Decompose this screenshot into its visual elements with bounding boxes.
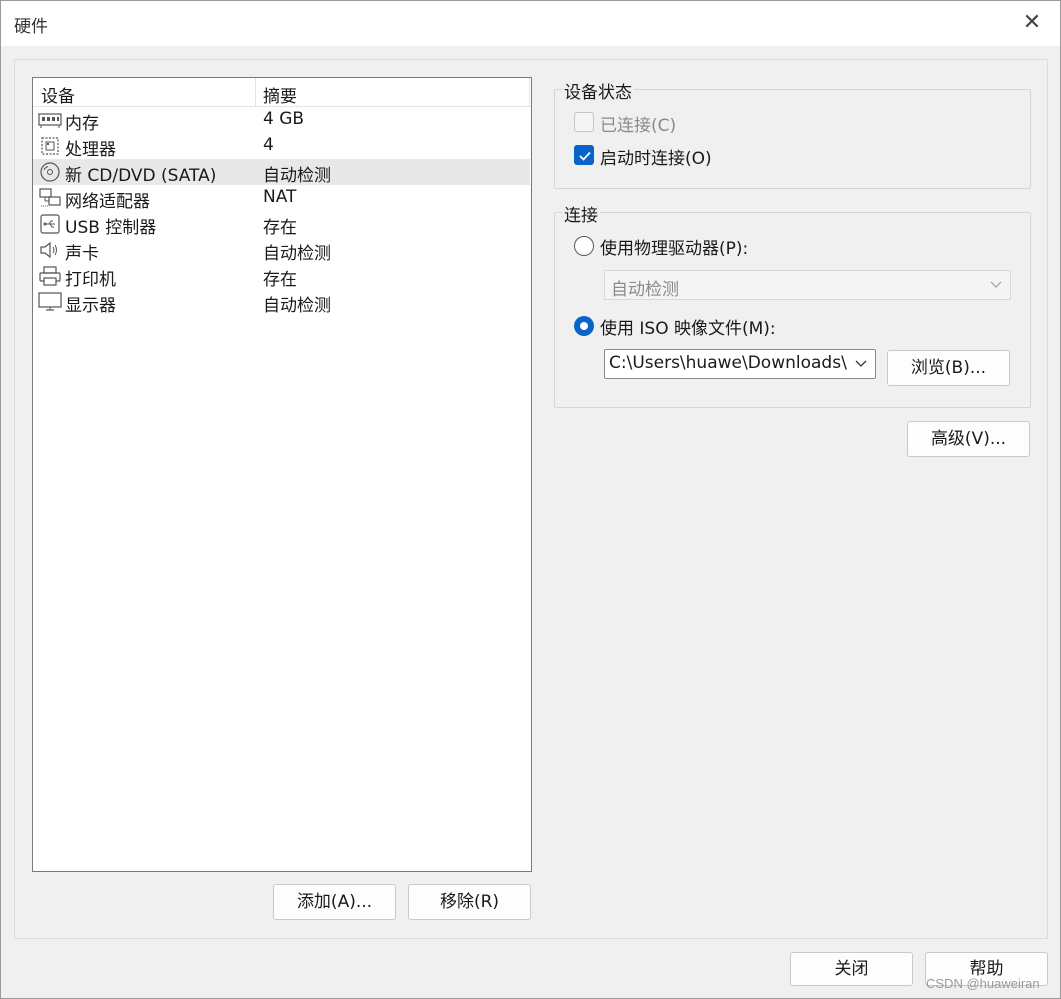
column-header-device[interactable]: 设备 — [41, 82, 75, 107]
device-summary: 自动检测 — [263, 244, 331, 264]
iso-path-combo[interactable]: C:\Users\huawe\Downloads\W — [604, 349, 876, 379]
advanced-button[interactable]: 高级(V)... — [907, 421, 1030, 457]
iso-image-label: 使用 ISO 映像文件(M): — [600, 319, 776, 339]
browse-button[interactable]: 浏览(B)... — [887, 350, 1010, 386]
device-name: 显示器 — [65, 296, 116, 316]
device-name: 网络适配器 — [65, 192, 150, 212]
device-row-usb[interactable]: USB 控制器 存在 — [33, 211, 531, 238]
physical-drive-label: 使用物理驱动器(P): — [600, 239, 749, 259]
close-button[interactable]: 关闭 — [790, 952, 913, 986]
device-row-cd-dvd[interactable]: 新 CD/DVD (SATA) 自动检测 — [33, 159, 530, 186]
printer-icon — [38, 266, 62, 286]
hardware-dialog: 硬件 ✕ 设备 摘要 内存 4 GB 处理器 4 新 CD/DVD (SATA)… — [0, 0, 1061, 999]
cd-dvd-icon — [38, 162, 62, 182]
connect-at-power-on-label: 启动时连接(O) — [600, 149, 712, 169]
device-row-display[interactable]: 显示器 自动检测 — [33, 289, 531, 316]
network-adapter-icon — [38, 188, 62, 208]
usb-icon — [38, 214, 62, 234]
iso-image-radio[interactable] — [574, 316, 594, 336]
connection-title: 连接 — [562, 201, 600, 226]
device-name: 新 CD/DVD (SATA) — [65, 166, 217, 186]
device-summary: 4 GB — [263, 109, 305, 129]
device-name: USB 控制器 — [65, 218, 157, 238]
device-row-printer[interactable]: 打印机 存在 — [33, 263, 531, 290]
add-device-button[interactable]: 添加(A)... — [273, 884, 396, 920]
connect-at-power-on-checkbox[interactable] — [574, 145, 594, 165]
device-summary: 自动检测 — [263, 296, 331, 316]
sound-card-icon — [38, 240, 62, 260]
column-header-summary[interactable]: 摘要 — [263, 82, 297, 107]
window-title: 硬件 — [14, 17, 48, 37]
physical-drive-value: 自动检测 — [611, 280, 679, 300]
iso-path-value: C:\Users\huawe\Downloads\W — [609, 353, 847, 373]
device-summary: 自动检测 — [263, 166, 331, 186]
device-name: 打印机 — [65, 270, 116, 290]
device-name: 内存 — [65, 114, 99, 134]
device-row-memory[interactable]: 内存 4 GB — [33, 107, 531, 134]
processor-icon — [38, 136, 62, 156]
list-header: 设备 摘要 — [33, 78, 531, 107]
device-status-group — [554, 89, 1031, 189]
checkmark-icon — [579, 151, 591, 161]
chevron-down-icon — [990, 281, 1002, 288]
title-bar: 硬件 ✕ — [1, 1, 1060, 46]
connected-label: 已连接(C) — [600, 116, 677, 136]
watermark: CSDN @huaweiran — [926, 976, 1040, 991]
memory-icon — [38, 110, 62, 130]
close-icon[interactable]: ✕ — [1018, 9, 1046, 37]
chevron-down-icon — [855, 360, 867, 367]
device-row-processor[interactable]: 处理器 4 — [33, 133, 531, 160]
device-summary: 存在 — [263, 218, 297, 238]
device-name: 处理器 — [65, 140, 116, 160]
device-summary: 存在 — [263, 270, 297, 290]
device-list[interactable]: 设备 摘要 内存 4 GB 处理器 4 新 CD/DVD (SATA) 自动检测… — [32, 77, 532, 872]
display-icon — [38, 292, 62, 312]
device-name: 声卡 — [65, 244, 99, 264]
device-status-title: 设备状态 — [562, 78, 634, 103]
device-summary: NAT — [263, 187, 297, 207]
physical-drive-select[interactable]: 自动检测 — [604, 270, 1011, 300]
device-row-network-adapter[interactable]: 网络适配器 NAT — [33, 185, 531, 212]
connected-checkbox[interactable] — [574, 112, 594, 132]
device-row-sound-card[interactable]: 声卡 自动检测 — [33, 237, 531, 264]
physical-drive-radio[interactable] — [574, 236, 594, 256]
remove-device-button[interactable]: 移除(R) — [408, 884, 531, 920]
device-summary: 4 — [263, 135, 274, 155]
